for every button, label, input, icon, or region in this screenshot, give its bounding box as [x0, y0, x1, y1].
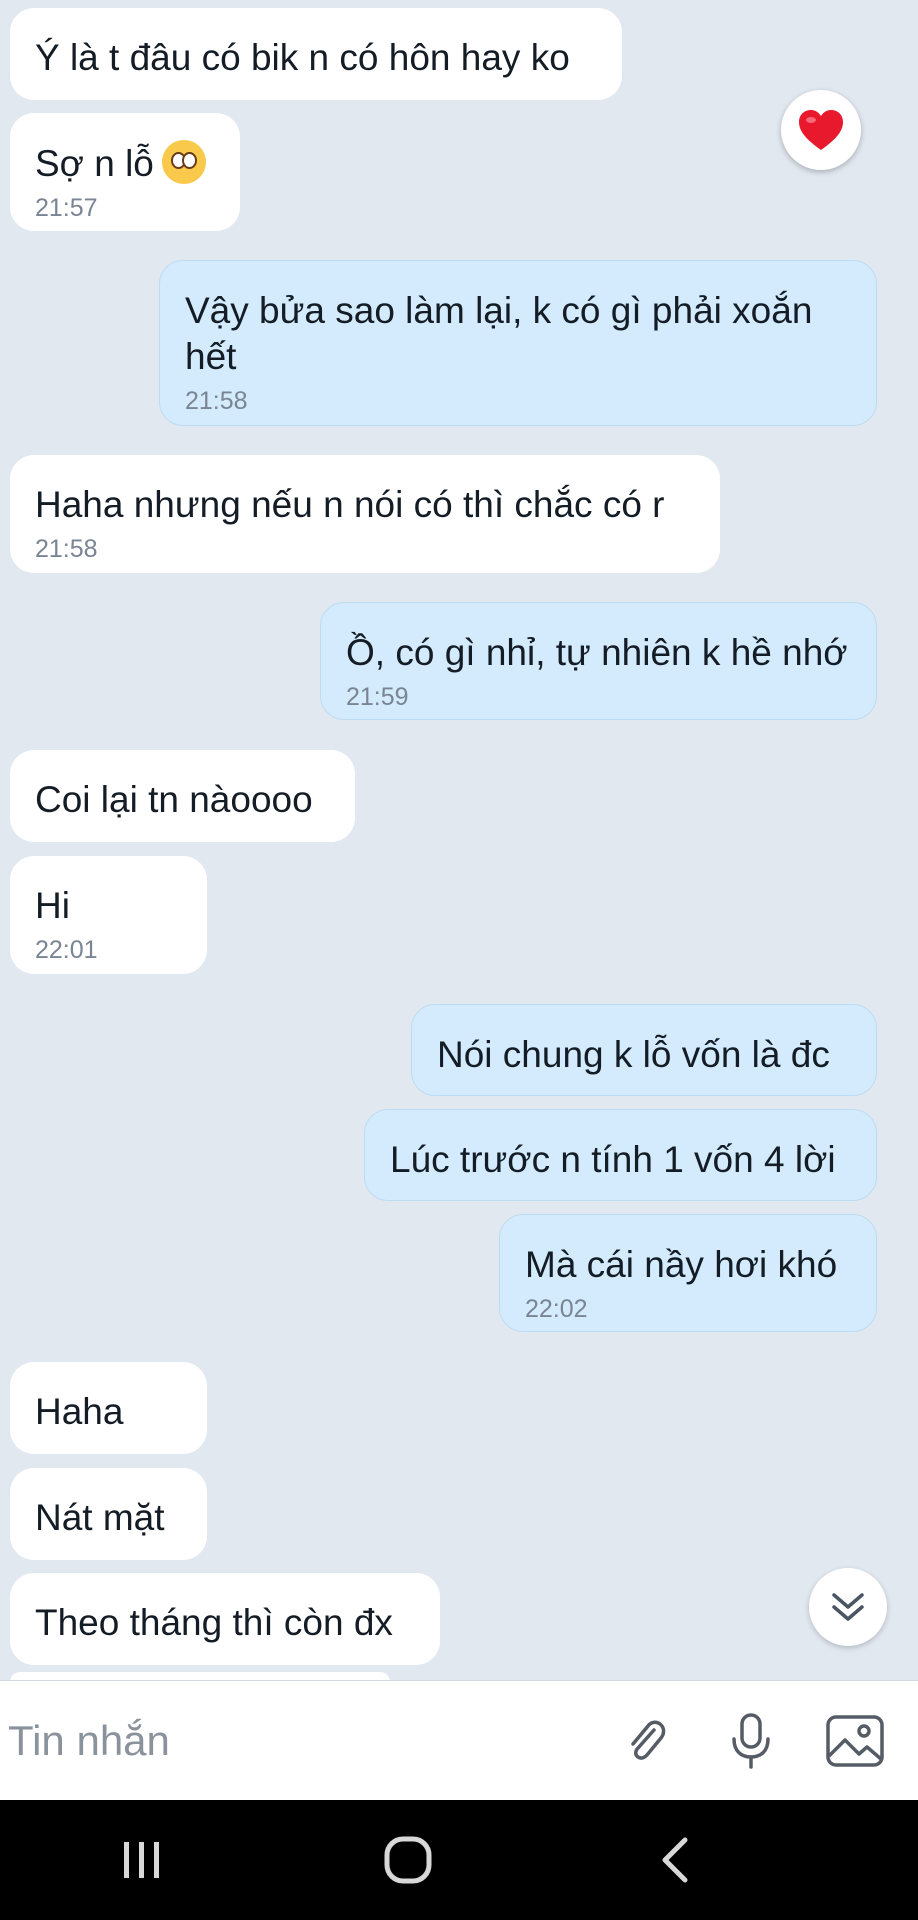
message-text: Nói chung k lỗ vốn là đc — [437, 1034, 830, 1075]
message-text: Haha nhưng nếu n nói có thì chắc có r — [35, 484, 665, 525]
message-incoming[interactable]: Ý là t đâu có bik n có hôn hay ko — [10, 8, 622, 100]
message-incoming[interactable]: Haha nhưng nếu n nói có thì chắc có r 21… — [10, 455, 720, 573]
message-time: 21:59 — [346, 683, 409, 711]
gallery-button[interactable] — [815, 1701, 895, 1781]
system-navigation-bar — [0, 1800, 918, 1920]
voice-button[interactable] — [711, 1701, 791, 1781]
message-time: 21:58 — [185, 387, 248, 415]
back-icon — [662, 1837, 688, 1883]
flushed-face-icon — [161, 140, 206, 184]
recent-apps-button[interactable] — [82, 1820, 202, 1900]
message-text: Vậy bửa sao làm lại, k có gì phải xoắn h… — [185, 290, 813, 377]
message-incoming[interactable]: Theo tháng thì còn đx — [10, 1573, 440, 1665]
message-incoming[interactable]: Hi 22:01 — [10, 856, 207, 974]
chat-area: Ý là t đâu có bik n có hôn hay ko Sợ n l… — [0, 0, 918, 1680]
message-text: Ý là t đâu có bik n có hôn hay ko — [35, 37, 570, 78]
message-time: 21:58 — [35, 535, 98, 563]
message-outgoing[interactable]: Ồ, có gì nhỉ, tự nhiên k hề nhớ 21:59 — [320, 602, 877, 720]
message-text: Sợ n lỗ — [35, 143, 154, 184]
recent-apps-icon — [124, 1842, 159, 1878]
message-outgoing[interactable]: Vậy bửa sao làm lại, k có gì phải xoắn h… — [159, 260, 877, 426]
message-body: Sợ n lỗ — [35, 113, 215, 187]
message-outgoing[interactable]: Lúc trước n tính 1 vốn 4 lời — [364, 1109, 877, 1201]
message-text: Theo tháng thì còn đx — [35, 1602, 393, 1643]
home-icon — [384, 1836, 432, 1884]
message-text: Hi — [35, 885, 70, 926]
message-input[interactable] — [8, 1703, 588, 1779]
heart-icon — [799, 110, 843, 150]
message-composer — [0, 1680, 918, 1800]
message-incoming[interactable]: Haha — [10, 1362, 207, 1454]
message-time: 21:57 — [35, 194, 98, 222]
double-chevron-down-icon — [832, 1593, 864, 1621]
message-text: Ồ, có gì nhỉ, tự nhiên k hề nhớ — [346, 632, 848, 673]
message-outgoing[interactable]: Nói chung k lỗ vốn là đc — [411, 1004, 877, 1096]
message-outgoing[interactable]: Mà cái nầy hơi khó 22:02 — [499, 1214, 877, 1332]
message-text: Lúc trước n tính 1 vốn 4 lời — [390, 1139, 836, 1180]
message-text: Nát mặt — [35, 1497, 165, 1538]
reaction-heart-button[interactable] — [781, 90, 861, 170]
image-icon — [826, 1715, 884, 1767]
message-text: Haha — [35, 1391, 124, 1432]
message-incoming[interactable]: Sợ n lỗ 21:57 — [10, 113, 240, 231]
message-incoming[interactable]: Coi lại tn nàoooo — [10, 750, 355, 842]
message-text: Mà cái nầy hơi khó — [525, 1244, 838, 1285]
scroll-to-bottom-button[interactable] — [809, 1568, 887, 1646]
attach-button[interactable] — [606, 1701, 686, 1781]
message-incoming-partial — [10, 1672, 390, 1680]
paperclip-icon — [631, 1720, 666, 1760]
message-time: 22:02 — [525, 1295, 588, 1323]
back-button[interactable] — [615, 1820, 735, 1900]
message-text: Coi lại tn nàoooo — [35, 779, 313, 820]
message-time: 22:01 — [35, 936, 98, 964]
home-button[interactable] — [348, 1820, 468, 1900]
message-incoming[interactable]: Nát mặt — [10, 1468, 207, 1560]
microphone-icon — [732, 1713, 770, 1769]
